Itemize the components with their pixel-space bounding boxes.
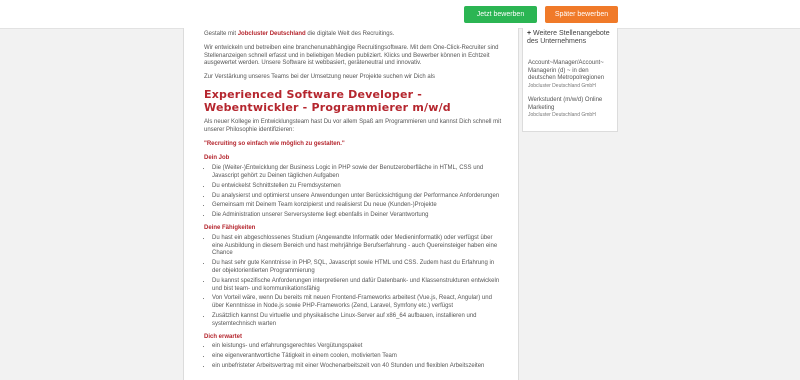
company-description: Wir entwickeln und betreiben eine branch… xyxy=(204,44,499,67)
apply-now-button[interactable]: Jetzt bewerben xyxy=(464,6,537,23)
list-item: ein unbefristeter Arbeitsvertrag mit ein… xyxy=(212,363,502,371)
benefits-list: ein leistungs- und erfahrungsgerechtes V… xyxy=(204,343,502,370)
related-job-title[interactable]: Werkstudent (m/w/d) Online Marketing xyxy=(528,97,614,112)
section-benefits: Dich erwartet ein leistungs- und erfahru… xyxy=(204,334,502,371)
list-item: Gemeinsam mit Deinem Team konzipierst un… xyxy=(212,202,502,210)
intro-line: Gestalte mit Jobcluster Deutschland die … xyxy=(204,31,502,39)
list-item: eine eigenverantwortliche Tätigkeit in e… xyxy=(212,353,502,361)
section-title: Dein Job xyxy=(204,155,230,162)
related-jobs-sidebar: + Weitere Stellenangebote des Unternehme… xyxy=(522,28,618,132)
philosophy-text: Als neuer Kollege im Entwicklungsteam ha… xyxy=(204,118,502,133)
list-item: Die (Weiter-)Entwicklung der Business Lo… xyxy=(212,165,502,181)
related-job-item[interactable]: Account~Manager/Account~ Managerin (d) ~… xyxy=(528,60,614,90)
top-action-bar: Jetzt bewerben Später bewerben xyxy=(0,0,800,29)
list-item: Du hast ein abgeschlossenes Studium (Ang… xyxy=(212,235,502,258)
plus-icon: + xyxy=(527,30,532,37)
task-list: Die (Weiter-)Entwicklung der Business Lo… xyxy=(204,165,502,220)
motto-text: "Recruiting so einfach wie möglich zu ge… xyxy=(204,140,345,147)
related-job-company: Jobcluster Deutschland GmbH xyxy=(528,82,596,89)
company-link[interactable]: Jobcluster Deutschland xyxy=(238,31,306,37)
related-job-item[interactable]: Werkstudent (m/w/d) Online Marketing Job… xyxy=(528,97,614,119)
intro-prefix: Gestalte mit xyxy=(204,31,237,37)
list-item: Du entwickelst Schnittstellen zu Fremdsy… xyxy=(212,183,502,191)
skills-list: Du hast ein abgeschlossenes Studium (Ang… xyxy=(204,235,502,329)
list-item: Du analysierst und optimierst unsere Anw… xyxy=(212,193,502,201)
section-title: Dich erwartet xyxy=(204,333,243,340)
section-skills: Deine Fähigkeiten Du hast ein abgeschlos… xyxy=(204,225,502,329)
list-item: Zusätzlich kannst Du virtuelle und physi… xyxy=(212,313,502,329)
apply-later-button[interactable]: Später bewerben xyxy=(545,6,618,23)
team-intro: Zur Verstärkung unseres Teams bei der Um… xyxy=(204,74,435,81)
job-posting-content: Gestalte mit Jobcluster Deutschland die … xyxy=(204,31,502,376)
job-title: Experienced Software Developer - Webentw… xyxy=(204,87,451,114)
list-item: ein leistungs- und erfahrungsgerechtes V… xyxy=(212,343,502,351)
section-title: Deine Fähigkeiten xyxy=(204,224,256,231)
list-item: Die Administration unserer Serversysteme… xyxy=(212,212,502,220)
related-jobs-heading-text: Weitere Stellenangebote des Unternehmens xyxy=(527,30,610,45)
section-job: Dein Job Die (Weiter-)Entwicklung der Bu… xyxy=(204,155,502,220)
intro-suffix: die digitale Welt des Recruitings. xyxy=(307,31,395,37)
related-job-title[interactable]: Account~Manager/Account~ Managerin (d) ~… xyxy=(528,60,614,83)
list-item: Du hast sehr gute Kenntnisse in PHP, SQL… xyxy=(212,260,502,276)
list-item: Von Vorteil wäre, wenn Du bereits mit ne… xyxy=(212,295,502,311)
job-posting-panel: Gestalte mit Jobcluster Deutschland die … xyxy=(183,28,519,380)
related-job-company: Jobcluster Deutschland GmbH xyxy=(528,112,596,118)
list-item: Du kannst spezifische Anforderungen inte… xyxy=(212,278,502,294)
related-jobs-heading: + Weitere Stellenangebote des Unternehme… xyxy=(527,30,615,46)
